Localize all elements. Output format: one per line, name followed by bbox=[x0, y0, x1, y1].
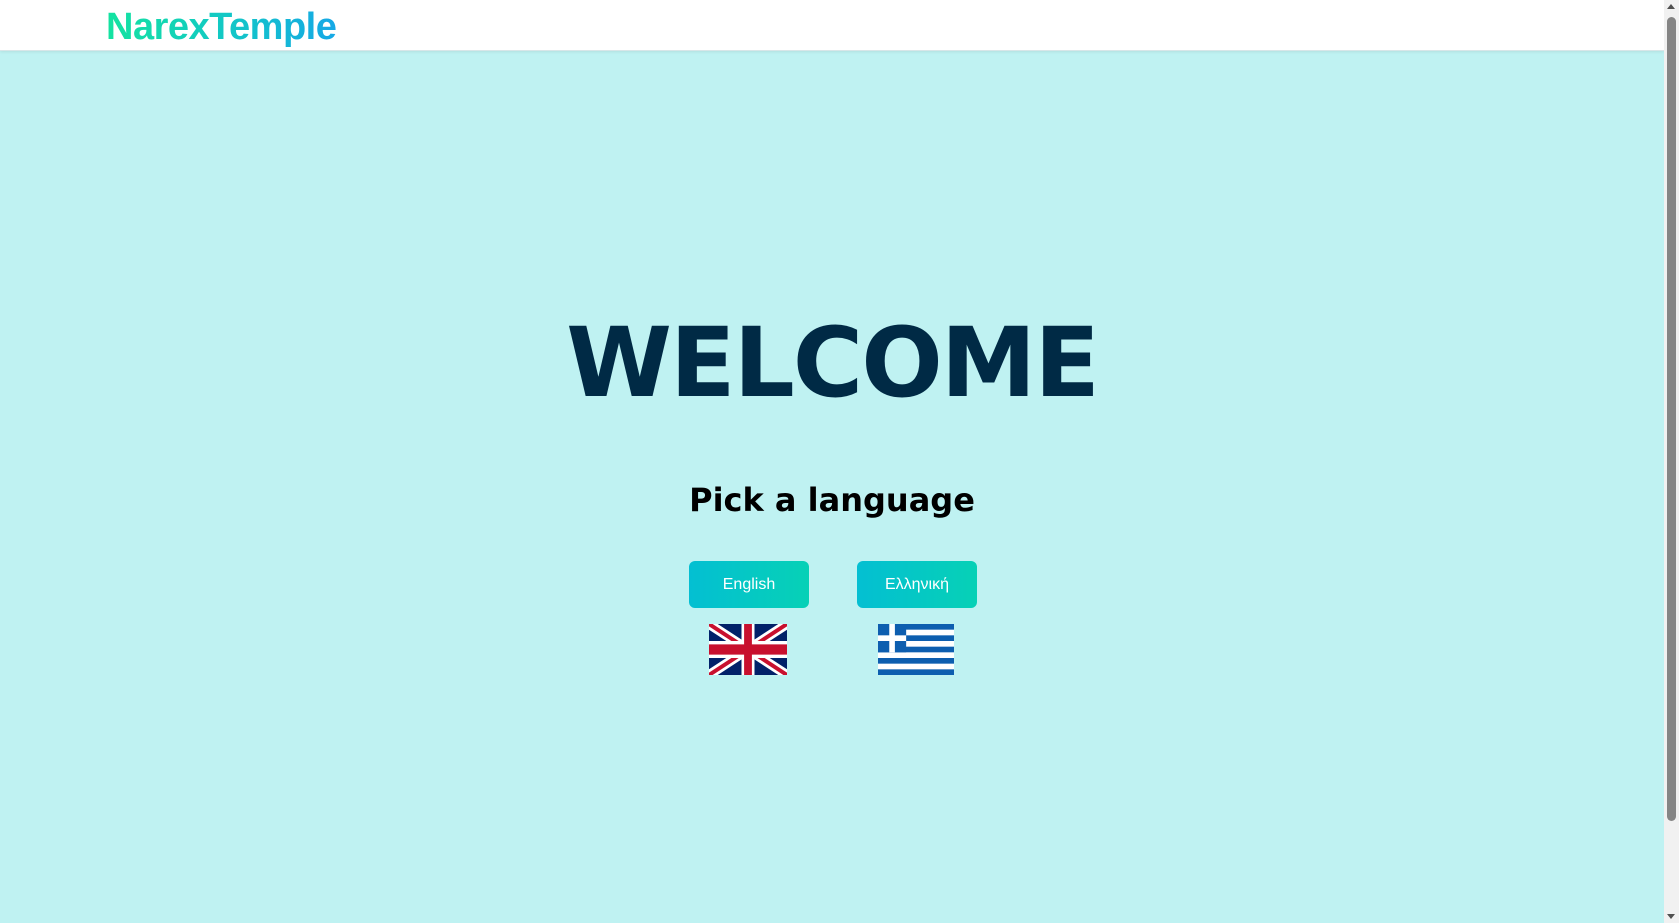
scroll-up-arrow-icon[interactable] bbox=[1667, 4, 1675, 9]
vertical-scrollbar[interactable] bbox=[1664, 0, 1679, 923]
scroll-down-arrow-icon[interactable] bbox=[1667, 914, 1675, 919]
site-logo[interactable]: NarexTemple bbox=[106, 6, 337, 49]
greece-flag-icon[interactable] bbox=[878, 624, 954, 675]
scroll-thumb[interactable] bbox=[1667, 17, 1676, 821]
top-navbar: NarexTemple bbox=[0, 0, 1664, 51]
welcome-heading: WELCOME bbox=[566, 307, 1100, 419]
english-button[interactable]: English bbox=[689, 561, 809, 608]
pick-language-subtitle: Pick a language bbox=[689, 481, 975, 519]
uk-flag-icon[interactable] bbox=[709, 624, 787, 675]
greek-button[interactable]: Ελληνική bbox=[857, 561, 977, 608]
